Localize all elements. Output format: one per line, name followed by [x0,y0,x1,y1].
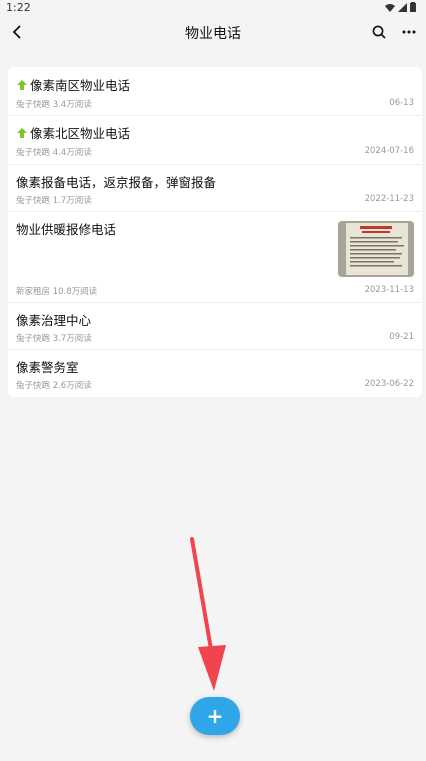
notice-photo-icon [338,221,414,277]
battery-icon [410,2,416,12]
item-date: 06-13 [389,98,414,108]
item-meta: 兔子快跑 2.6万阅读 [16,381,92,391]
status-icons [385,2,416,12]
add-button[interactable]: + [190,697,240,735]
more-icon [402,30,416,34]
item-meta: 新家租房 10.8万阅读 [16,287,98,297]
status-bar: 1:22 [0,0,426,16]
search-button[interactable] [368,21,390,43]
item-title: 像素警务室 [16,360,79,375]
item-title-text: 像素南区物业电话 [30,78,131,93]
item-title: 像素南区物业电话 [16,75,130,94]
pin-up-icon [17,79,27,90]
item-title: 物业供暖报修电话 [16,222,117,237]
item-meta: 兔子快跑 3.4万阅读 [16,100,92,110]
list-item[interactable]: 像素南区物业电话 兔子快跑 3.4万阅读 06-13 [8,67,422,116]
list-item[interactable]: 像素警务室 兔子快跑 2.6万阅读 2023-06-22 [8,349,422,397]
list-item[interactable]: 像素报备电话，返京报备，弹窗报备 兔子快跑 1.7万阅读 2022-11-23 [8,164,422,212]
wifi-icon [385,3,395,12]
item-meta: 兔子快跑 1.7万阅读 [16,196,92,206]
item-title: 像素治理中心 [16,313,92,328]
annotation-arrow [190,537,226,691]
item-date: 09-21 [389,332,414,342]
search-icon [372,25,386,39]
item-date: 2024-07-16 [364,146,414,156]
status-time: 1:22 [6,1,31,14]
article-list: 像素南区物业电话 兔子快跑 3.4万阅读 06-13 像素北区物业电话 兔子快跑… [8,67,422,397]
item-thumbnail[interactable] [338,221,414,277]
page-title: 物业电话 [185,26,241,42]
more-button[interactable] [398,21,420,43]
list-item[interactable]: 像素治理中心 兔子快跑 3.7万阅读 09-21 [8,302,422,350]
item-date: 2022-11-23 [364,194,414,204]
item-title: 像素报备电话，返京报备，弹窗报备 [16,175,217,190]
list-item[interactable]: 像素北区物业电话 兔子快跑 4.4万阅读 2024-07-16 [8,115,422,165]
add-icon: + [206,704,224,728]
item-meta: 兔子快跑 4.4万阅读 [16,148,92,158]
item-date: 2023-06-22 [364,379,414,389]
item-title: 像素北区物业电话 [16,123,130,142]
signal-icon [398,2,407,12]
item-meta: 兔子快跑 3.7万阅读 [16,334,92,344]
item-date: 2023-11-13 [364,285,414,295]
pin-up-icon [17,127,27,138]
app-bar: 物业电话 [0,16,426,50]
item-title-text: 像素北区物业电话 [30,126,131,141]
